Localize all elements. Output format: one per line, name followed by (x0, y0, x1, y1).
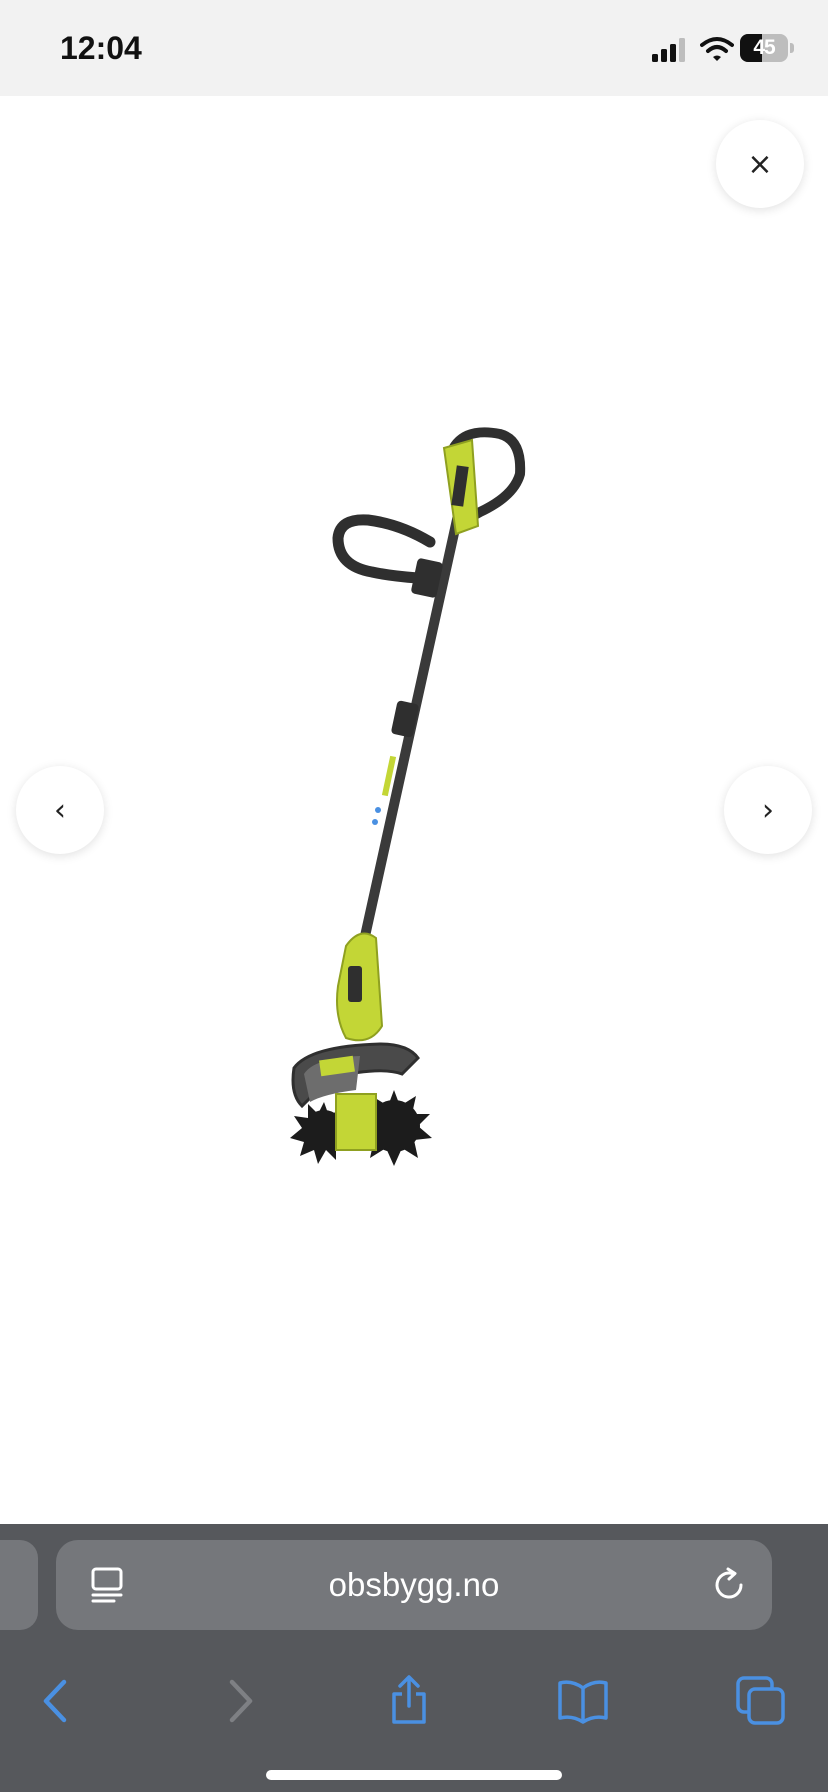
back-icon[interactable] (32, 1674, 86, 1728)
previous-image-button[interactable]: ‹ (16, 766, 104, 854)
wifi-icon (700, 37, 734, 61)
address-bar[interactable]: obsbygg.no (56, 1540, 772, 1630)
status-bar: 12:04 45 (0, 0, 828, 96)
forward-icon[interactable] (210, 1674, 264, 1728)
image-gallery[interactable]: × ‹ › (0, 96, 828, 1524)
battery-percent: 45 (753, 36, 775, 59)
close-button[interactable]: × (716, 120, 804, 208)
battery-icon: 45 (740, 34, 794, 62)
close-icon: × (747, 146, 773, 182)
battery-body: 45 (740, 34, 788, 62)
battery-tip (790, 43, 794, 53)
previous-tab-preview[interactable] (0, 1540, 38, 1630)
browser-chrome: obsbygg.no (0, 1524, 828, 1792)
bookmarks-icon[interactable] (556, 1674, 610, 1728)
signal-icon (652, 38, 685, 62)
chevron-left-icon: ‹ (54, 792, 66, 828)
tabs-icon[interactable] (734, 1674, 788, 1728)
product-image (290, 427, 526, 1166)
status-time: 12:04 (60, 30, 142, 66)
browser-toolbar (0, 1654, 828, 1754)
reload-icon[interactable] (710, 1566, 748, 1604)
chevron-right-icon: › (762, 792, 774, 828)
screen: 12:04 45 × ‹ › obsbygg.no (0, 0, 828, 1792)
share-icon[interactable] (382, 1674, 436, 1728)
next-image-button[interactable]: › (724, 766, 812, 854)
address-text[interactable]: obsbygg.no (56, 1540, 772, 1630)
home-indicator (266, 1770, 562, 1780)
